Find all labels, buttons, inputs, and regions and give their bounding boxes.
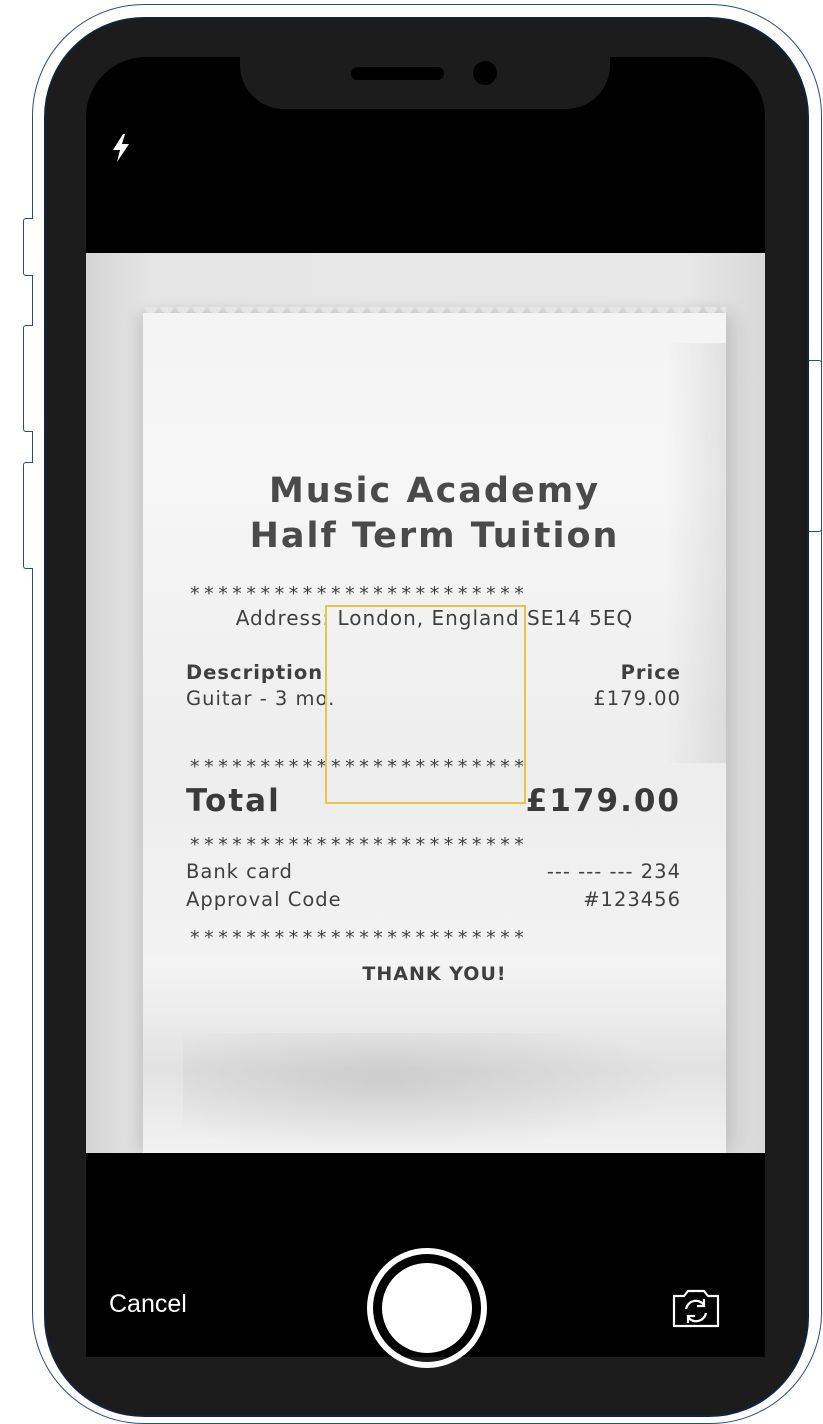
item-name: Guitar - 3 mo. [186,687,336,710]
volume-up-button [23,325,33,432]
focus-indicator [325,605,526,804]
receipt-star-divider: ************************ [190,583,529,605]
volume-down-button [23,462,33,569]
receipt-title-line2: Half Term Tuition [249,516,620,556]
bank-card-label: Bank card [186,860,293,883]
earpiece-speaker [351,67,444,80]
mute-switch [23,218,33,276]
approval-code-value: #123456 [583,888,681,911]
thank-you-text: THANK YOU! [362,963,507,985]
approval-code-label: Approval Code [186,888,342,911]
receipt-star-divider: ************************ [190,927,529,949]
receipt-torn-edge [143,307,726,319]
total-label: Total [186,783,281,819]
item-price: £179.00 [593,687,681,710]
receipt-shadow [183,1033,683,1153]
total-value: £179.00 [525,783,681,819]
description-header: Description [186,661,324,684]
power-button [809,360,822,532]
cancel-button[interactable]: Cancel [109,1290,187,1319]
receipt-title-line1: Music Academy [268,471,601,511]
notch [240,55,610,109]
flash-icon[interactable] [109,132,133,164]
price-header: Price [620,661,681,684]
receipt-star-divider: ************************ [190,834,529,856]
shutter-inner [382,1263,472,1353]
shutter-button[interactable] [367,1248,487,1368]
front-camera [473,61,497,85]
bank-card-value: --- --- --- 234 [546,860,681,883]
camera-flip-icon[interactable] [670,1286,722,1330]
